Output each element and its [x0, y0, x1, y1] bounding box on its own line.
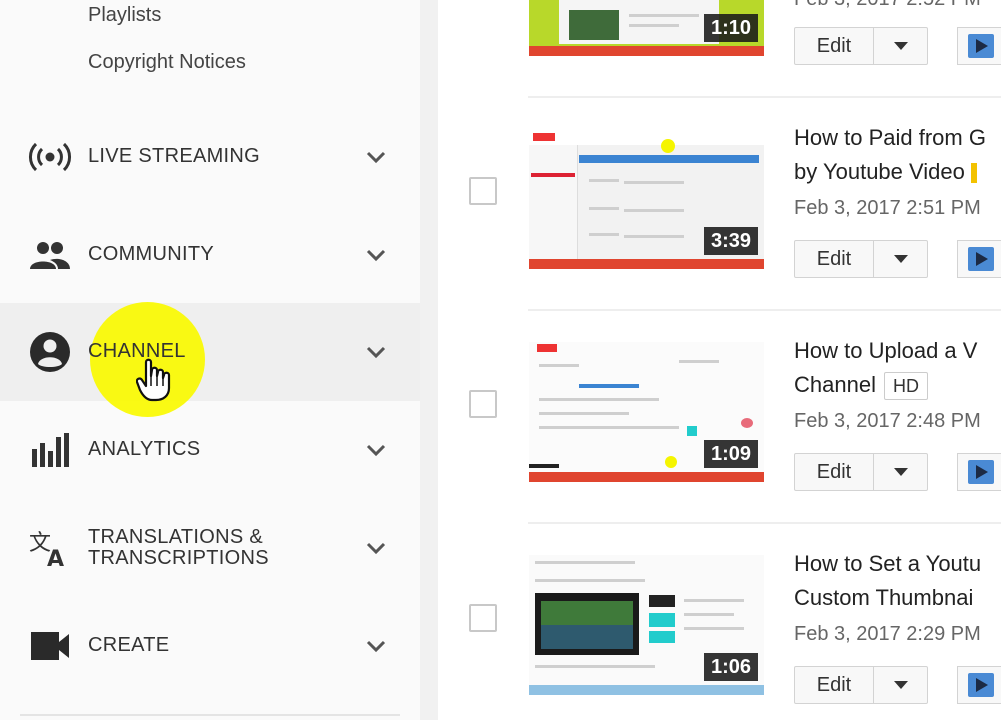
caret-down-icon — [893, 255, 908, 263]
edit-button[interactable]: Edit — [795, 667, 874, 703]
video-thumbnail[interactable]: 1:09 — [529, 342, 764, 482]
promote-button[interactable] — [957, 453, 1001, 491]
video-duration: 1:09 — [703, 440, 758, 468]
sidebar: Playlists Copyright Notices LIVE STREAMI… — [0, 0, 420, 720]
edit-button[interactable]: Edit — [795, 28, 874, 64]
sidebar-item-live-streaming[interactable]: LIVE STREAMING — [0, 108, 420, 206]
sidebar-item-label: COMMUNITY — [88, 243, 215, 265]
edit-button-group: Edit — [794, 27, 928, 65]
video-title[interactable]: How to Upload a V — [794, 334, 977, 368]
sidebar-divider — [20, 714, 400, 716]
promote-button[interactable] — [957, 27, 1001, 65]
video-duration: 3:39 — [703, 227, 758, 255]
video-duration: 1:06 — [703, 653, 758, 681]
video-date: Feb 3, 2017 2:51 PM — [794, 197, 981, 219]
thumbnail-progress-bar — [529, 472, 764, 482]
video-title-line2[interactable]: Channel HD — [794, 368, 928, 402]
caret-down-icon — [893, 681, 908, 689]
video-title-line2[interactable]: Custom Thumbnai — [794, 581, 973, 615]
promote-play-icon — [968, 34, 994, 58]
community-icon — [28, 233, 72, 277]
analytics-bar-icon — [28, 428, 72, 472]
video-thumbnail[interactable]: 1:10 — [529, 0, 764, 56]
thumbnail-progress-bar — [529, 259, 764, 269]
video-title[interactable]: How to Set a Youtu — [794, 547, 981, 581]
live-streaming-icon — [28, 135, 72, 179]
chevron-down-icon[interactable] — [364, 634, 388, 658]
chevron-down-icon[interactable] — [364, 145, 388, 169]
edit-button-group: Edit — [794, 240, 928, 278]
chevron-down-icon[interactable] — [364, 243, 388, 267]
video-camera-icon — [28, 624, 72, 668]
thumbnail-progress-bar — [529, 685, 764, 695]
sidebar-item-channel[interactable] — [0, 303, 420, 401]
translate-icon: 文 A — [28, 526, 72, 570]
content-gutter — [420, 0, 438, 720]
row-divider — [528, 522, 1001, 524]
svg-text:A: A — [47, 547, 64, 568]
chevron-down-icon[interactable] — [364, 536, 388, 560]
sidebar-item-label-line2: TRANSCRIPTIONS — [88, 547, 269, 569]
edit-dropdown-button[interactable] — [873, 241, 928, 277]
sidebar-item-translations[interactable]: 文 A TRANSLATIONS & TRANSCRIPTIONS — [0, 499, 420, 597]
video-title[interactable]: How to Paid from G — [794, 121, 986, 155]
caret-down-icon — [893, 42, 908, 50]
sidebar-item-analytics[interactable]: ANALYTICS — [0, 401, 420, 499]
row-divider — [528, 96, 1001, 98]
copyright-notices-link[interactable]: Copyright Notices — [88, 51, 246, 74]
edit-dropdown-button[interactable] — [873, 28, 928, 64]
edit-button[interactable]: Edit — [795, 241, 874, 277]
title-emoji-fragment — [970, 163, 977, 184]
channel-account-icon — [28, 330, 72, 374]
video-title-text: Channel — [794, 372, 876, 397]
promote-button[interactable] — [957, 666, 1001, 704]
chevron-down-icon[interactable] — [364, 340, 388, 364]
video-date: Feb 3, 2017 2:52 PM — [794, 0, 981, 11]
edit-button-group: Edit — [794, 666, 928, 704]
edit-button-group: Edit — [794, 453, 928, 491]
edit-dropdown-button[interactable] — [873, 667, 928, 703]
sidebar-item-community[interactable]: COMMUNITY — [0, 206, 420, 304]
edit-button[interactable]: Edit — [795, 454, 874, 490]
sidebar-item-label: CHANNEL — [88, 340, 186, 362]
chevron-down-icon[interactable] — [364, 438, 388, 462]
video-select-checkbox[interactable] — [469, 390, 497, 418]
video-select-checkbox[interactable] — [469, 604, 497, 632]
edit-dropdown-button[interactable] — [873, 454, 928, 490]
sidebar-item-label: TRANSLATIONS & — [88, 526, 263, 548]
sidebar-item-create[interactable]: CREATE — [0, 597, 420, 695]
sidebar-item-label: LIVE STREAMING — [88, 145, 261, 167]
video-thumbnail[interactable]: 1:06 — [529, 555, 764, 695]
video-date: Feb 3, 2017 2:29 PM — [794, 623, 981, 645]
video-title-text: by Youtube Video — [794, 159, 965, 184]
promote-play-icon — [968, 247, 994, 271]
video-duration: 1:10 — [703, 14, 758, 42]
video-list: 1:10 Feb 3, 2017 2:52 PM Edit — [438, 0, 1001, 720]
playlists-link[interactable]: Playlists — [88, 4, 161, 27]
video-select-checkbox[interactable] — [469, 177, 497, 205]
caret-down-icon — [893, 468, 908, 476]
video-date: Feb 3, 2017 2:48 PM — [794, 410, 981, 432]
video-thumbnail[interactable]: 3:39 — [529, 129, 764, 269]
promote-button[interactable] — [957, 240, 1001, 278]
video-title-line2[interactable]: by Youtube Video — [794, 155, 977, 189]
row-divider — [528, 309, 1001, 311]
sidebar-item-label: ANALYTICS — [88, 438, 201, 460]
thumbnail-progress-bar — [529, 46, 764, 56]
promote-play-icon — [968, 673, 994, 697]
sidebar-item-label: CREATE — [88, 634, 170, 656]
promote-play-icon — [968, 460, 994, 484]
hd-badge: HD — [883, 372, 928, 401]
